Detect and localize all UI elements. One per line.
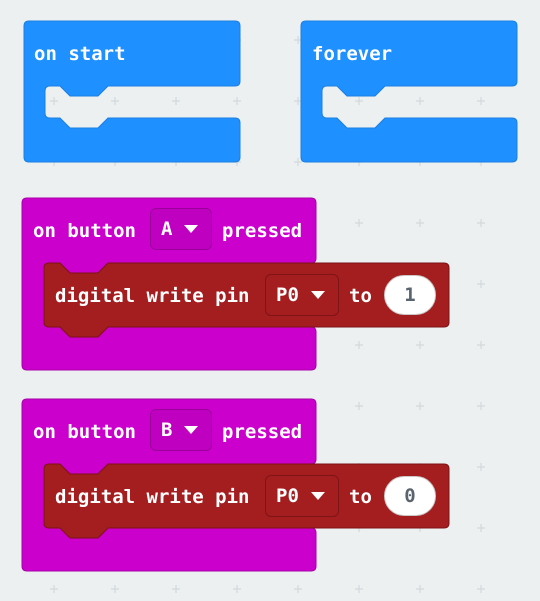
- pin-b-value: P0: [276, 485, 299, 507]
- digital-write-a-label: digital write pin: [55, 285, 250, 307]
- blocks-workspace[interactable]: on start forever on button A pressed dig…: [0, 0, 540, 601]
- button-a-dropdown[interactable]: A: [150, 208, 212, 250]
- on-button-a-prefix: on button: [33, 220, 136, 242]
- button-b-dropdown[interactable]: B: [150, 409, 212, 451]
- forever-label: forever: [312, 43, 393, 65]
- caret-down-icon: [310, 291, 325, 299]
- on-button-b-prefix: on button: [33, 421, 136, 443]
- on-button-a-suffix: pressed: [222, 220, 303, 242]
- value-a-input[interactable]: 1: [384, 275, 436, 315]
- pin-a-value: P0: [276, 284, 299, 306]
- pin-a-dropdown[interactable]: P0: [265, 274, 339, 316]
- button-b-value: B: [161, 419, 173, 441]
- to-a-label: to: [349, 285, 372, 307]
- on-start-label: on start: [34, 43, 126, 65]
- digital-write-b-label: digital write pin: [55, 486, 250, 508]
- caret-down-icon: [184, 426, 199, 434]
- caret-down-icon: [184, 225, 199, 233]
- value-b-input[interactable]: 0: [384, 476, 436, 516]
- on-button-b-suffix: pressed: [222, 421, 303, 443]
- to-b-label: to: [349, 486, 372, 508]
- pin-b-dropdown[interactable]: P0: [265, 475, 339, 517]
- caret-down-icon: [310, 492, 325, 500]
- button-a-value: A: [161, 218, 173, 240]
